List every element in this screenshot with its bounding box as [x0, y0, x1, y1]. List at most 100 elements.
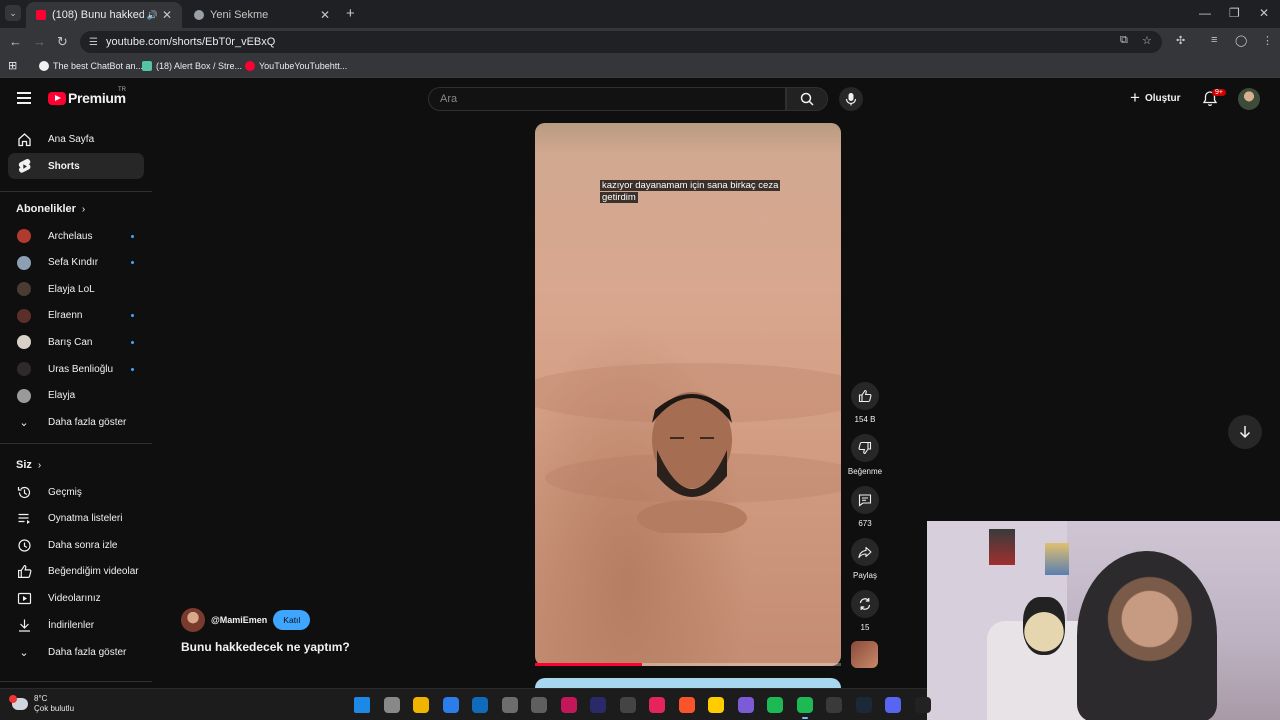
bookmark-item[interactable]: The best ChatBot an... [39, 61, 143, 71]
taskbar-app-icon[interactable] [590, 697, 606, 713]
taskbar-app-icon[interactable] [737, 697, 754, 713]
sidebar-item-watch-later[interactable]: Daha sonra izle [8, 532, 144, 558]
sidebar-item-your-videos[interactable]: Videolarınız [8, 585, 144, 611]
join-button[interactable]: Katıl [273, 610, 311, 630]
taskbar-app-icon[interactable] [413, 697, 429, 713]
webcam-poster [989, 529, 1015, 565]
taskbar-app-icon[interactable] [442, 697, 459, 713]
taskbar-app-icon[interactable] [678, 697, 695, 713]
notifications-badge: 9+ [1212, 89, 1226, 96]
channel-handle[interactable]: @MamiEmen [211, 615, 267, 625]
voice-search-button[interactable] [839, 87, 863, 111]
minimize-icon[interactable]: — [1199, 6, 1211, 20]
sidebar-item-subscription[interactable]: Uras Benlioğlu [8, 356, 144, 382]
watch-later-icon [16, 538, 32, 553]
create-button[interactable]: + Oluştur [1130, 89, 1181, 106]
show-more-you[interactable]: ⌄ Daha fazla göster [8, 639, 144, 665]
bookmark-item[interactable]: (18) Alert Box / Stre... [142, 61, 242, 71]
close-window-icon[interactable]: ✕ [1259, 6, 1269, 20]
taskbar-app-icon[interactable] [649, 697, 665, 713]
sidebar-item-home[interactable]: Ana Sayfa [8, 126, 144, 152]
like-count: 154 B [854, 415, 876, 424]
sidebar-item-label: Ana Sayfa [48, 133, 95, 145]
youtube-premium-logo[interactable]: Premium TR [48, 87, 126, 106]
sound-thumbnail[interactable] [851, 641, 878, 668]
start-menu-icon[interactable] [354, 697, 370, 713]
channel-avatar [17, 255, 31, 270]
shorts-video-player[interactable] [535, 123, 841, 666]
account-avatar[interactable] [1238, 88, 1260, 110]
taskbar-app-icon[interactable] [472, 697, 488, 713]
cloud-icon [9, 695, 28, 710]
comment-count: 673 [858, 519, 872, 528]
extensions-icon[interactable]: ✣ [1176, 34, 1185, 47]
dislike-action: Beğenme [848, 434, 882, 476]
taskbar-app-icon[interactable] [885, 697, 901, 713]
sidebar-item-subscription[interactable]: Barış Can [8, 329, 144, 355]
taskbar-app-icon[interactable] [383, 697, 400, 713]
subscriptions-header[interactable]: Abonelikler › [16, 203, 85, 215]
sidebar-item-subscription[interactable]: Elayja [8, 383, 144, 409]
reload-icon[interactable]: ↻ [57, 34, 68, 50]
sidebar-item-shorts[interactable]: Shorts [8, 153, 144, 179]
address-bar[interactable]: ☰ youtube.com/shorts/EbT0r_vEBxQ [80, 31, 1162, 53]
like-button[interactable] [851, 382, 879, 410]
taskbar-app-icon[interactable] [914, 697, 931, 713]
next-short-button[interactable] [1228, 415, 1262, 449]
sidebar-item-subscription[interactable]: Sefa Kındır [8, 250, 144, 276]
search-button[interactable] [786, 87, 828, 111]
chevron-right-icon: › [37, 459, 42, 471]
streamlabs-icon [142, 61, 152, 71]
tab-new-tab[interactable]: Yeni Sekme ✕ [184, 2, 340, 28]
sidebar-item-liked-videos[interactable]: Beğendiğim videolar [8, 559, 144, 585]
sidebar-item-subscription[interactable]: Archelaus [8, 223, 144, 249]
tab-search-button[interactable]: ⌄ [5, 5, 21, 21]
taskbar-app-icon[interactable] [708, 697, 724, 713]
video-frame-top [535, 123, 841, 153]
taskbar-app-icon[interactable] [501, 697, 518, 713]
channel-avatar[interactable] [181, 608, 205, 632]
taskbar-app-icon[interactable] [767, 697, 783, 713]
taskbar-app-icon[interactable] [796, 697, 813, 719]
apps-grid-icon[interactable]: ⊞ [8, 59, 17, 72]
sidebar-item-label: Oynatma listeleri [48, 513, 123, 525]
sidebar-item-subscription[interactable]: Elraenn [8, 303, 144, 329]
remix-button[interactable] [851, 590, 879, 618]
browser-menu-icon[interactable]: ⋮ [1262, 34, 1273, 47]
sidebar-item-downloads[interactable]: İndirilenler [8, 612, 144, 638]
install-app-icon[interactable]: ⧉ [1120, 34, 1128, 47]
profile-icon[interactable]: ◯ [1235, 34, 1247, 47]
headset-icon [1095, 569, 1129, 609]
close-tab-icon[interactable]: ✕ [162, 8, 172, 22]
sidebar-item-label: Uras Benlioğlu [48, 363, 114, 375]
new-tab-button[interactable]: + [346, 5, 355, 22]
share-button[interactable] [851, 538, 879, 566]
speaker-icon[interactable]: 🔊 [147, 10, 158, 21]
video-progress-bar[interactable] [535, 663, 841, 666]
restore-icon[interactable]: ❐ [1229, 6, 1240, 20]
sidebar-item-history[interactable]: Geçmiş [8, 479, 144, 505]
sidebar-item-playlists[interactable]: Oynatma listeleri [8, 506, 144, 532]
show-more-subscriptions[interactable]: ⌄ Daha fazla göster [8, 409, 144, 435]
back-icon[interactable]: ← [9, 34, 22, 49]
tab-youtube[interactable]: (108) Bunu hakkedecek ne yaptım? 🔊 ✕ [26, 2, 182, 28]
guide-menu-icon[interactable] [17, 92, 31, 104]
short-title[interactable]: Bunu hakkedecek ne yaptım? [181, 640, 350, 654]
taskbar-app-icon[interactable] [855, 697, 872, 713]
dislike-button[interactable] [851, 434, 879, 462]
forward-icon[interactable]: → [33, 34, 46, 49]
bookmark-item[interactable]: YouTubeYouTubehtt... [245, 61, 347, 71]
comments-button[interactable] [851, 486, 879, 514]
taskbar-app-icon[interactable] [826, 697, 842, 713]
close-tab-icon[interactable]: ✕ [320, 8, 330, 22]
taskbar-app-icon[interactable] [619, 697, 636, 713]
you-header[interactable]: Siz › [16, 459, 41, 471]
taskbar-app-icon[interactable] [531, 697, 547, 713]
bookmark-star-icon[interactable]: ☆ [1142, 34, 1152, 47]
weather-widget[interactable]: 8°C Çok bulutlu [9, 694, 74, 714]
search-input[interactable]: Ara [428, 87, 786, 111]
taskbar-app-icon[interactable] [560, 697, 577, 713]
sidebar-item-subscription[interactable]: Elayja LoL [8, 276, 144, 302]
site-info-icon[interactable]: ☰ [89, 37, 98, 48]
media-controls-icon[interactable]: ≡ [1211, 34, 1217, 46]
